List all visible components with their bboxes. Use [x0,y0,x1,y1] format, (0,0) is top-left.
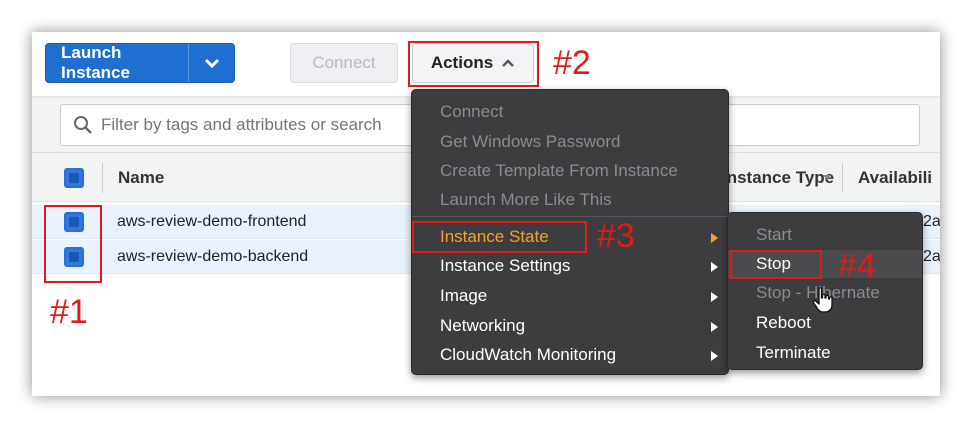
column-header-instance-type[interactable]: Instance Type [722,168,834,188]
column-divider [102,163,103,193]
annotation-box-1 [44,205,102,283]
menu-item-label: Instance Settings [440,256,571,275]
annotation-label-2: #2 [553,44,591,82]
column-divider [842,163,843,193]
menu-item-label: Image [440,286,488,305]
column-header-name[interactable]: Name [118,168,164,188]
menu-item-instance-settings[interactable]: Instance Settings [412,252,728,280]
menu-item-label: CloudWatch Monitoring [440,345,617,364]
caret-right-icon [711,292,718,302]
menu-divider [412,216,728,217]
search-icon [74,116,92,134]
menu-item-reboot[interactable]: Reboot [728,309,922,337]
launch-instance-label: Launch Instance [61,43,130,82]
menu-item-cloudwatch-monitoring[interactable]: CloudWatch Monitoring [412,341,728,369]
annotation-label-1: #1 [50,293,88,331]
launch-instance-button[interactable]: Launch Instance [45,43,235,83]
availability-zone-value: 2a [923,213,940,230]
annotation-box-4 [730,250,822,279]
menu-item-get-windows-password[interactable]: Get Windows Password [412,128,728,156]
select-all-checkbox[interactable] [64,168,84,188]
sort-caret-icon[interactable] [822,174,832,181]
menu-item-image[interactable]: Image [412,282,728,310]
annotation-label-3: #3 [597,217,635,255]
caret-right-icon [711,262,718,272]
menu-item-start[interactable]: Start [728,221,922,249]
menu-item-terminate[interactable]: Terminate [728,339,922,367]
caret-right-icon [711,322,718,332]
instance-name: aws-review-demo-frontend [117,213,307,230]
annotation-label-4: #4 [838,247,876,285]
caret-right-icon [711,351,718,361]
instance-name: aws-review-demo-backend [117,248,309,265]
availability-zone-value: 2a [923,248,940,265]
column-header-availability-zone[interactable]: Availabili [858,168,932,188]
caret-right-icon [711,233,718,243]
chevron-down-icon[interactable] [188,44,234,82]
menu-item-label: Networking [440,316,526,335]
filter-input[interactable] [101,115,421,135]
annotation-box-2 [408,41,539,87]
menu-item-launch-more[interactable]: Launch More Like This [412,186,728,214]
annotation-box-3 [412,221,587,253]
menu-item-create-template[interactable]: Create Template From Instance [412,157,728,185]
menu-item-connect[interactable]: Connect [412,98,728,126]
connect-button[interactable]: Connect [290,43,398,83]
menu-item-networking[interactable]: Networking [412,312,728,340]
hand-cursor-icon [812,287,833,313]
